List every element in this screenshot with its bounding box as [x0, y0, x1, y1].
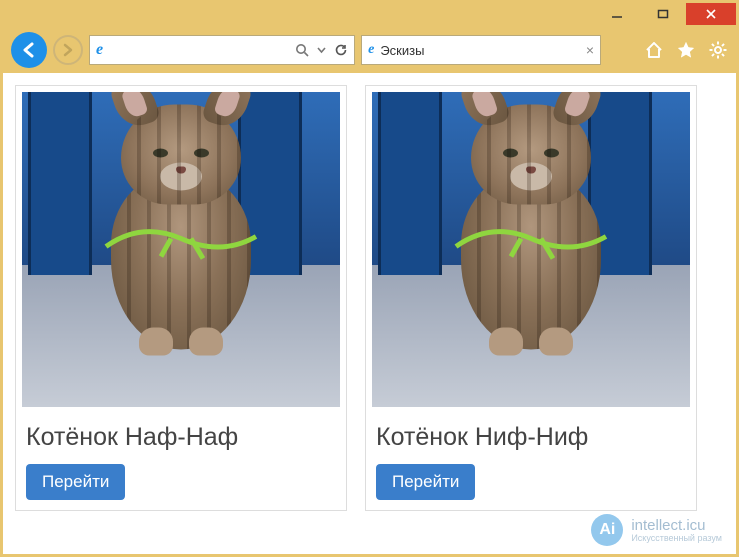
minimize-icon: [611, 8, 623, 20]
maximize-button[interactable]: [640, 3, 686, 25]
watermark-badge: Ai: [591, 514, 623, 546]
go-button[interactable]: Перейти: [26, 464, 125, 500]
kitten-illustration: [111, 175, 251, 350]
watermark-text: intellect.icu: [631, 518, 722, 533]
address-bar[interactable]: e: [89, 35, 355, 65]
chevron-down-icon[interactable]: [317, 43, 326, 57]
browser-window: e e Эскизы ×: [3, 3, 736, 554]
browser-tab[interactable]: e Эскизы ×: [361, 35, 601, 65]
page-content: Котёнок Наф-Наф Перейти: [3, 73, 736, 554]
nav-forward-button[interactable]: [53, 35, 83, 65]
thumbnail-card: Котёнок Ниф-Ниф Перейти: [365, 85, 697, 511]
arrow-right-icon: [61, 43, 75, 57]
card-caption: Котёнок Наф-Наф: [26, 423, 336, 452]
maximize-icon: [657, 8, 669, 20]
minimize-button[interactable]: [594, 3, 640, 25]
search-icon[interactable]: [295, 43, 309, 57]
watermark-subtitle: Искусственный разум: [631, 533, 722, 543]
address-input[interactable]: [109, 36, 289, 64]
tab-title: Эскизы: [380, 43, 580, 58]
titlebar: [3, 3, 736, 31]
refresh-icon[interactable]: [334, 43, 348, 57]
close-button[interactable]: [686, 3, 736, 25]
kitten-illustration: [461, 175, 601, 350]
toolbar: e e Эскизы ×: [3, 31, 736, 73]
watermark: Ai intellect.icu Искусственный разум: [591, 514, 722, 546]
go-button[interactable]: Перейти: [376, 464, 475, 500]
ie-logo-icon: e: [96, 41, 103, 59]
tab-close-button[interactable]: ×: [586, 42, 594, 58]
toolbar-right-icons: [644, 40, 728, 60]
thumbnail-card: Котёнок Наф-Наф Перейти: [15, 85, 347, 511]
close-icon: [705, 8, 717, 20]
thumbnail-image: [22, 92, 340, 407]
thumbnail-image: [372, 92, 690, 407]
nav-back-button[interactable]: [11, 32, 47, 68]
ie-logo-icon: e: [368, 42, 374, 58]
home-icon[interactable]: [644, 40, 664, 60]
arrow-left-icon: [19, 40, 39, 60]
card-caption: Котёнок Ниф-Ниф: [376, 423, 686, 452]
favorites-star-icon[interactable]: [676, 40, 696, 60]
settings-gear-icon[interactable]: [708, 40, 728, 60]
